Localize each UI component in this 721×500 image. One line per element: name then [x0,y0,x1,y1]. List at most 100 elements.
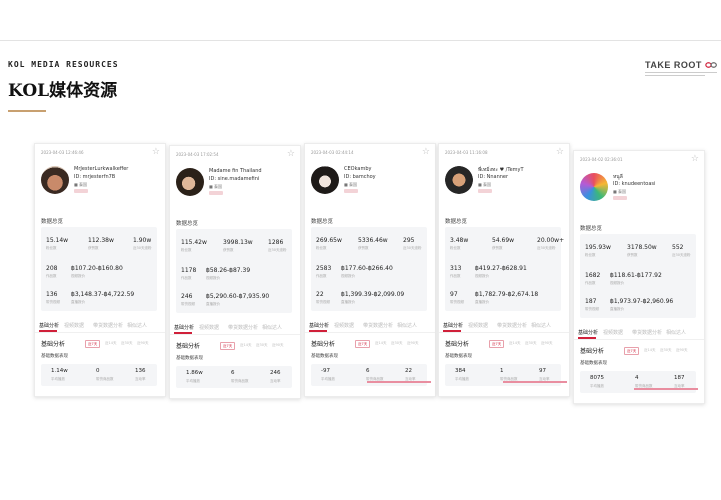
period-chip[interactable]: 近7天 [624,347,640,355]
kol-card[interactable]: 2023-04-03 02:44:14 ☆ CEOkamby ID: bamchoy ■… [304,143,436,397]
tab-2[interactable]: 视频数据 [64,322,84,329]
active-tab-indicator [309,330,327,332]
tab-1[interactable]: 基础分析 [309,322,329,329]
basic-label: 平均播放 [590,384,604,388]
basic-data-title: 基础数据表现 [445,354,472,359]
tab-3[interactable]: 带货数据分析 [93,322,123,329]
period-chip[interactable]: 近14天 [103,340,118,346]
period-chip[interactable]: 近90天 [135,340,150,346]
active-tab-indicator [578,337,596,339]
tab-3[interactable]: 带货数据分析 [363,322,393,329]
tab-2[interactable]: 视频数据 [468,322,488,329]
period-chip[interactable]: 近7天 [355,340,371,348]
star-icon[interactable]: ☆ [287,149,295,159]
stat-value: ฿1,399.39-฿2,099.09 [341,291,405,298]
stat-value: ฿58.26-฿87.39 [206,267,251,274]
period-chip[interactable]: 近7天 [489,340,505,348]
tab-4[interactable]: 相似达人 [531,322,551,329]
stat-label: 带货视频 [585,307,599,311]
period-chip[interactable]: 近30天 [119,340,134,346]
star-icon[interactable]: ☆ [152,147,160,157]
stat-label: 粉丝数 [585,253,596,257]
stat-value: ฿3,148.37-฿4,722.59 [71,291,135,298]
stat-value: 1682 [585,272,601,279]
kol-name: พี่เทมิ่งทะ ♥ /TemyT [478,167,524,173]
tab-4[interactable]: 相似达人 [666,329,686,336]
kol-region: ■ 泰国 [74,182,88,187]
period-chip[interactable]: 近7天 [85,340,101,348]
overview-stats: 3.48w 粉丝数 54.69w 获赞数 20.00w+ 近30天涨粉 313 作品数 ฿419… [445,227,564,311]
stat-value: 269.65w [316,237,342,244]
active-tab-indicator [174,332,192,334]
period-chip[interactable]: 近14天 [642,347,657,353]
avatar [176,168,204,196]
stat-value: 15.14w [46,237,69,244]
tab-3[interactable]: 带货数据分析 [228,324,258,331]
period-chip[interactable]: 近30天 [254,342,269,348]
stat-value: 295 [403,237,415,244]
tab-4[interactable]: 相似达人 [397,322,417,329]
basic-stats: 1.86w 平均播放 6 带货商品数 246 互动率 [176,366,292,388]
basic-label: 互动率 [135,377,146,381]
logo-text: TAKE ROOT [645,60,702,70]
update-date: 2023-04-02 02:36:01 [580,157,623,162]
tab-4[interactable]: 相似达人 [127,322,147,329]
kol-card[interactable]: 2023-04-03 12:46:46 ☆ MrJesterLurkwalkeffe… [34,143,166,397]
star-icon[interactable]: ☆ [556,147,564,157]
kol-region: ■ 泰国 [478,182,492,187]
period-chip[interactable]: 近14天 [373,340,388,346]
page-subtitle: KOL MEDIA RESOURCES [8,60,119,69]
basic-value: 384 [455,368,466,374]
stat-label: 作品数 [181,276,192,280]
stat-value: ฿5,290.60-฿7,935.90 [206,293,270,300]
basic-label: 带货商品数 [231,379,249,383]
period-chip[interactable]: 近30天 [658,347,673,353]
period-chip[interactable]: 近30天 [389,340,404,346]
kol-card[interactable]: 2023-04-03 17:02:54 ☆ Madame fin Thailand I… [169,145,301,399]
kol-card[interactable]: 2023-04-03 11:16:08 ☆ พี่เทมิ่งทะ ♥ /TemyT… [438,143,570,397]
update-date: 2023-04-03 11:16:08 [445,150,488,155]
basic-label: 平均播放 [455,377,469,381]
basic-value: 246 [270,370,281,376]
tab-1[interactable]: 基础分析 [174,324,194,331]
basic-value: 6 [231,370,235,376]
period-chip[interactable]: 近90天 [674,347,689,353]
period-chip[interactable]: 近30天 [523,340,538,346]
tab-2[interactable]: 视频数据 [603,329,623,336]
stat-label: 获赞数 [88,246,99,250]
tab-2[interactable]: 视频数据 [334,322,354,329]
kol-name: Madame fin Thailand [209,168,262,174]
tab-1[interactable]: 基础分析 [443,322,463,329]
kol-name: MrJesterLurkwalkeffer [74,166,129,172]
tab-3[interactable]: 带货数据分析 [632,329,662,336]
tab-2[interactable]: 视频数据 [199,324,219,331]
period-chip[interactable]: 近14天 [507,340,522,346]
tab-1[interactable]: 基础分析 [39,322,59,329]
stat-value: 313 [450,265,462,272]
tab-1[interactable]: 基础分析 [578,329,598,336]
kol-name: หนูลี [613,174,623,180]
stat-label: 粉丝数 [181,248,192,252]
highlight-bar [634,388,698,390]
stat-value: 97 [450,291,458,298]
tab-3[interactable]: 带货数据分析 [497,322,527,329]
kol-region: ■ 泰国 [209,184,223,189]
period-chip[interactable]: 近90天 [405,340,420,346]
star-icon[interactable]: ☆ [422,147,430,157]
stat-value: 3178.50w [627,244,657,251]
period-chip[interactable]: 近14天 [238,342,253,348]
period-chip[interactable]: 近90天 [539,340,554,346]
stat-label: 视频报价 [610,281,624,285]
active-tab-indicator [443,330,461,332]
kol-region: ■ 泰国 [613,189,627,194]
stat-value: 208 [46,265,58,272]
star-icon[interactable]: ☆ [691,154,699,164]
basic-value: 0 [96,368,100,374]
period-chip[interactable]: 近90天 [270,342,285,348]
kol-card[interactable]: 2023-04-02 02:36:01 ☆ หนูลี ID: knudeentoas… [573,150,705,404]
brand-logo: TAKE ROOT [645,60,717,76]
kol-id: ID: knudeentoasi [613,181,656,187]
stat-label: 获赞数 [223,248,234,252]
period-chip[interactable]: 近7天 [220,342,236,350]
tab-4[interactable]: 相似达人 [262,324,282,331]
